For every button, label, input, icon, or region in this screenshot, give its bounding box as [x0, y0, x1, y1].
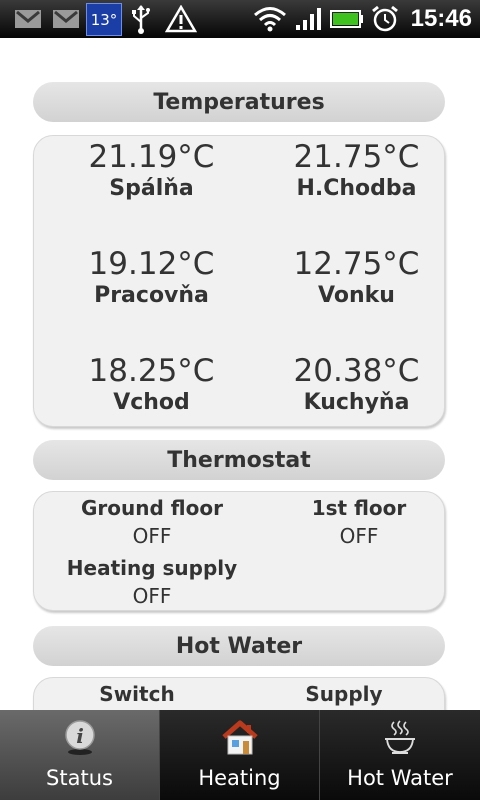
temperature-item: 18.25°C Vchod	[34, 354, 269, 418]
temperature-value: 21.75°C	[293, 139, 420, 175]
house-icon	[160, 718, 319, 758]
thermostat-value: OFF	[132, 584, 172, 608]
temperature-item: 20.38°C Kuchyňa	[239, 354, 474, 418]
thermostat-label: Heating supply	[66, 556, 238, 580]
tab-hot-water[interactable]: Hot Water	[320, 710, 480, 800]
hot-water-item[interactable]: Supply	[244, 680, 444, 708]
status-bar: 13° 15:46	[0, 0, 480, 38]
tab-status[interactable]: i Status	[0, 710, 160, 800]
temperature-value: 20.38°C	[293, 353, 420, 389]
temperature-item: 12.75°C Vonku	[239, 247, 474, 311]
hot-water-panel: Switch Supply	[33, 677, 445, 710]
temperature-label: Vonku	[318, 283, 395, 308]
thermostat-item[interactable]: Ground floor OFF	[34, 494, 270, 550]
hot-water-item[interactable]: Switch	[34, 680, 240, 708]
hot-water-icon	[320, 718, 480, 758]
tab-status-label: Status	[46, 766, 113, 790]
wifi-icon	[252, 0, 288, 38]
temperatures-panel: 21.19°C Spálňa 21.75°C H.Chodba 19.12°C …	[33, 135, 445, 427]
signal-icon	[294, 0, 324, 38]
status-content[interactable]: Temperatures 21.19°C Spálňa 21.75°C H.Ch…	[0, 38, 480, 710]
thermostat-item[interactable]: 1st floor OFF	[264, 494, 454, 550]
temperature-value: 19.12°C	[88, 246, 215, 282]
thermostat-header: Thermostat	[33, 440, 445, 480]
temperature-value: 18.25°C	[88, 353, 215, 389]
clock: 15:46	[410, 5, 472, 32]
info-icon: i	[0, 718, 159, 758]
thermostat-panel: Ground floor OFF 1st floor OFF Heating s…	[33, 491, 445, 611]
warning-icon	[164, 0, 198, 38]
temperature-value: 21.19°C	[88, 139, 215, 175]
temperature-item: 21.19°C Spálňa	[34, 140, 269, 204]
tab-heating[interactable]: Heating	[160, 710, 320, 800]
temperature-label: Kuchyňa	[303, 390, 410, 415]
hot-water-label: Switch	[99, 682, 175, 706]
gmail-icon	[12, 0, 44, 38]
tab-heating-label: Heating	[198, 766, 281, 790]
hot-water-header: Hot Water	[33, 626, 445, 666]
temperature-badge: 13°	[86, 3, 122, 36]
usb-icon	[126, 0, 156, 38]
temperature-item: 21.75°C H.Chodba	[239, 140, 474, 204]
temperature-label: Spálňa	[109, 176, 194, 201]
hot-water-label: Supply	[305, 682, 383, 706]
temperature-label: H.Chodba	[296, 176, 417, 201]
thermostat-value: OFF	[339, 524, 379, 548]
tab-hot-water-label: Hot Water	[347, 766, 453, 790]
svg-text:i: i	[76, 724, 84, 748]
battery-icon	[330, 0, 364, 38]
temperature-label: Pracovňa	[94, 283, 209, 308]
gmail-icon	[50, 0, 82, 38]
thermostat-value: OFF	[132, 524, 172, 548]
temperatures-header: Temperatures	[33, 82, 445, 122]
alarm-icon	[369, 0, 401, 38]
tab-bar: i Status Heating Hot Water	[0, 710, 480, 800]
thermostat-label: Ground floor	[81, 496, 223, 520]
thermostat-label: 1st floor	[311, 496, 407, 520]
temperature-value: 12.75°C	[293, 246, 420, 282]
thermostat-item[interactable]: Heating supply OFF	[34, 554, 270, 610]
temperature-item: 19.12°C Pracovňa	[34, 247, 269, 311]
temperature-label: Vchod	[113, 390, 190, 415]
